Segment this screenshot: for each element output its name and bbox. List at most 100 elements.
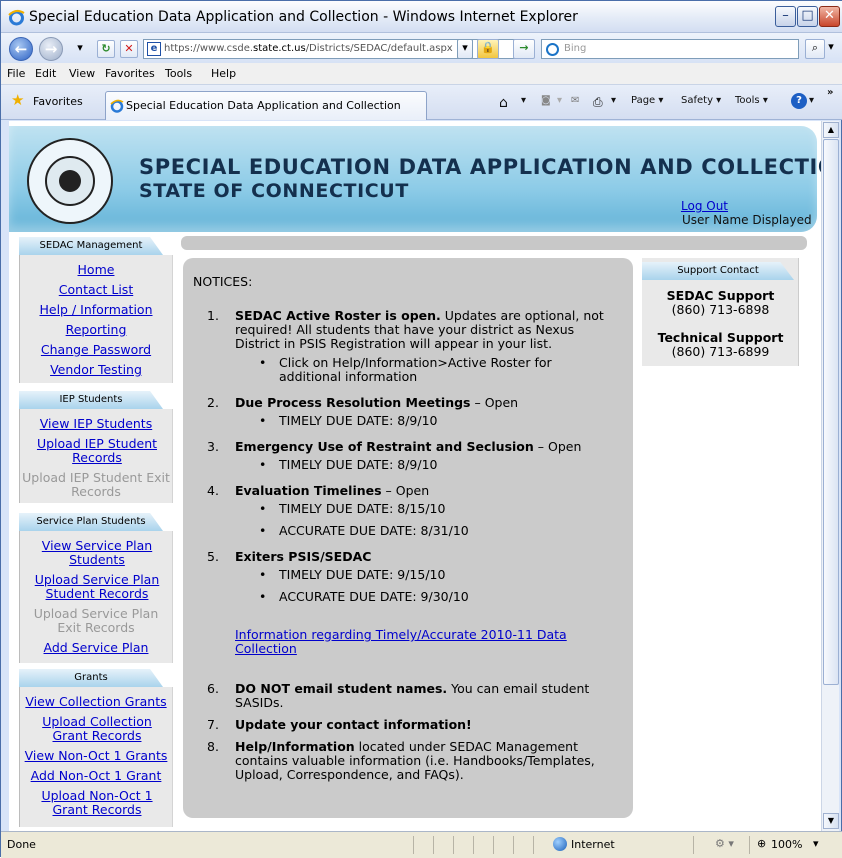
menu-help[interactable]: Help: [211, 67, 236, 80]
feeds-dropdown-icon: ▾: [557, 95, 563, 106]
recent-pages-dropdown-icon[interactable]: ▾: [71, 40, 89, 58]
sidebar-item-vendor-testing[interactable]: Vendor Testing: [20, 363, 172, 377]
sidebar-heading-management: SEDAC Management: [19, 237, 163, 255]
back-button[interactable]: ←: [9, 37, 33, 61]
feeds-icon[interactable]: ◙: [541, 95, 551, 106]
notice-5-bullet-timely: TIMELY DUE DATE: 9/15/10: [259, 568, 446, 583]
sidebar-section-iep: View IEP Students Upload IEP Student Rec…: [19, 409, 173, 503]
notices-panel: NOTICES: 1. SEDAC Active Roster is open.…: [183, 258, 633, 818]
go-button[interactable]: →: [513, 39, 535, 59]
read-mail-icon[interactable]: ✉: [571, 95, 579, 106]
page-icon: e: [147, 42, 161, 56]
lock-icon[interactable]: 🔒: [477, 39, 499, 59]
sidebar-item-upload-service-plan-records[interactable]: Upload Service Plan Student Records: [28, 573, 166, 601]
favorites-bar: ★ Favorites Special Education Data Appli…: [1, 85, 842, 120]
status-text: Done: [7, 838, 36, 851]
help-dropdown-icon[interactable]: ▾: [809, 95, 814, 106]
banner-title: SPECIAL EDUCATION DATA APPLICATION AND C…: [139, 155, 821, 179]
protected-mode-icon[interactable]: ⚙ ▾: [715, 837, 734, 850]
sidebar-item-contact-list[interactable]: Contact List: [20, 283, 172, 297]
sidebar-item-upload-non-oct-grant-records[interactable]: Upload Non-Oct 1 Grant Records: [26, 789, 168, 817]
favorites-label: Favorites: [33, 95, 83, 108]
tab-current[interactable]: Special Education Data Application and C…: [105, 91, 427, 120]
support-heading: Support Contact: [642, 262, 794, 280]
timely-accurate-info-link[interactable]: Information regarding Timely/Accurate 20…: [235, 628, 567, 656]
navigation-bar: ← → ▾ ↻ ✕ e https://www.csde.state.ct.us…: [1, 33, 842, 63]
scroll-up-icon[interactable]: ▲: [823, 122, 839, 138]
sidebar-item-home[interactable]: Home: [20, 263, 172, 277]
menu-file[interactable]: File: [7, 67, 25, 80]
sidebar-item-change-password[interactable]: Change Password: [20, 343, 172, 357]
stop-button[interactable]: ✕: [120, 40, 138, 58]
maximize-button[interactable]: □: [797, 6, 818, 27]
sidebar-item-view-service-plan-students[interactable]: View Service Plan Students: [34, 539, 160, 567]
ie-tab-icon: [110, 99, 124, 113]
username-text: User Name Displayed: [682, 213, 812, 227]
sidebar-heading-iep: IEP Students: [19, 391, 163, 409]
compatibility-view-button[interactable]: ↻: [97, 40, 115, 58]
sidebar-item-add-service-plan[interactable]: Add Service Plan: [20, 641, 172, 655]
address-dropdown-icon[interactable]: ▾: [457, 39, 473, 59]
sidebar-heading-grants: Grants: [19, 669, 163, 687]
support-contact-panel: Support Contact SEDAC Support (860) 713-…: [642, 258, 799, 366]
minimize-button[interactable]: –: [775, 6, 796, 27]
sidebar-section-management: Home Contact List Help / Information Rep…: [19, 255, 173, 383]
home-icon[interactable]: ⌂: [499, 95, 508, 111]
close-button[interactable]: ✕: [819, 6, 840, 27]
window-title: Special Education Data Application and C…: [29, 9, 578, 25]
menu-tools[interactable]: Tools: [165, 67, 192, 80]
scrollbar-thumb[interactable]: [823, 139, 839, 685]
print-icon[interactable]: ⎙: [593, 95, 603, 110]
forward-button[interactable]: →: [39, 37, 63, 61]
logout-link[interactable]: Log Out: [681, 199, 728, 213]
search-input[interactable]: Bing: [541, 39, 799, 59]
menu-edit[interactable]: Edit: [35, 67, 56, 80]
home-dropdown-icon[interactable]: ▾: [521, 95, 526, 106]
search-icon[interactable]: ⌕: [805, 39, 825, 59]
menu-favorites[interactable]: Favorites: [105, 67, 155, 80]
zoom-icon[interactable]: ⊕: [757, 837, 766, 850]
sidebar-section-service-plan: View Service Plan Students Upload Servic…: [19, 531, 173, 663]
notice-2-bullet: TIMELY DUE DATE: 8/9/10: [259, 414, 437, 429]
bing-icon: [546, 43, 559, 56]
sidebar-heading-service-plan: Service Plan Students: [19, 513, 163, 531]
scroll-down-icon[interactable]: ▼: [823, 813, 839, 829]
favorites-star-icon: ★: [11, 91, 25, 109]
sidebar-item-upload-iep-exit-records: Upload IEP Student Exit Records: [22, 470, 170, 499]
address-domain: state.ct.us: [253, 43, 306, 54]
notice-5-bullet-accurate: ACCURATE DUE DATE: 9/30/10: [259, 590, 469, 605]
sidebar-item-help-information[interactable]: Help / Information: [20, 303, 172, 317]
page-menu[interactable]: Page ▾: [631, 95, 663, 106]
help-icon[interactable]: ?: [791, 93, 807, 109]
sidebar-item-upload-service-plan-exit-records: Upload Service Plan Exit Records: [33, 606, 159, 635]
notice-1-bullet: Click on Help/Information>Active Roster …: [259, 356, 552, 384]
chevron-right-icon[interactable]: »: [827, 87, 833, 98]
sidebar-item-upload-iep-records[interactable]: Upload IEP Student Records: [34, 437, 160, 465]
banner-subtitle: STATE OF CONNECTICUT: [139, 180, 409, 202]
notice-4-bullet-accurate: ACCURATE DUE DATE: 8/31/10: [259, 524, 469, 539]
search-placeholder: Bing: [564, 43, 587, 54]
sidebar-item-add-non-oct-grant[interactable]: Add Non-Oct 1 Grant: [20, 769, 172, 783]
print-dropdown-icon[interactable]: ▾: [611, 95, 616, 106]
vertical-scrollbar[interactable]: ▲ ▼: [821, 121, 839, 831]
security-zone: Internet: [571, 838, 615, 851]
ie-logo-icon: [8, 9, 25, 26]
sedac-support-label: SEDAC Support: [666, 288, 775, 303]
search-options-icon[interactable]: ▾: [825, 39, 837, 59]
tools-menu[interactable]: Tools ▾: [735, 95, 768, 106]
globe-icon: [553, 837, 567, 851]
sidebar-item-upload-collection-grant-records[interactable]: Upload Collection Grant Records: [26, 715, 168, 743]
sidebar-item-view-collection-grants[interactable]: View Collection Grants: [20, 695, 172, 709]
sidebar-item-view-iep-students[interactable]: View IEP Students: [20, 417, 172, 431]
zoom-level[interactable]: 100%: [771, 838, 802, 851]
favorites-button[interactable]: ★ Favorites: [11, 91, 83, 109]
sidebar-section-grants: View Collection Grants Upload Collection…: [19, 687, 173, 827]
title-bar: Special Education Data Application and C…: [1, 1, 842, 33]
safety-menu[interactable]: Safety ▾: [681, 95, 721, 106]
sidebar-item-reporting[interactable]: Reporting: [20, 323, 172, 337]
sedac-support-phone: (860) 713-6898: [671, 302, 770, 317]
menu-view[interactable]: View: [69, 67, 95, 80]
zoom-dropdown-icon[interactable]: ▾: [813, 837, 819, 850]
menu-bar: File Edit View Favorites Tools Help: [1, 63, 842, 85]
sidebar-item-view-non-oct-grants[interactable]: View Non-Oct 1 Grants: [20, 749, 172, 763]
